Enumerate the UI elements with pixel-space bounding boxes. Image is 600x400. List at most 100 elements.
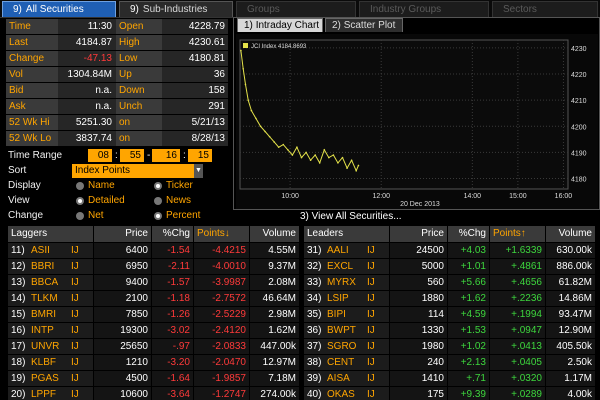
exchange-code: IJ: [367, 325, 375, 336]
exchange-code: IJ: [367, 309, 375, 320]
security-cell[interactable]: 14) TLKM IJ: [8, 291, 94, 306]
column-header[interactable]: %Chg: [152, 226, 194, 242]
security-cell[interactable]: 36) BWPT IJ: [304, 323, 390, 338]
table-row[interactable]: 20) LPPF IJ 10600 -3.64 -1.2747 274.00k: [8, 386, 300, 400]
pct-change-cell: +1.62: [448, 291, 490, 306]
security-cell[interactable]: 13) BBCA IJ: [8, 275, 94, 290]
security-cell[interactable]: 38) CENT IJ: [304, 355, 390, 370]
display-name-radio[interactable]: Name: [76, 178, 115, 193]
pct-change-cell: +1.53: [448, 323, 490, 338]
time-end-minute-field[interactable]: 15: [188, 149, 212, 162]
tab-groups[interactable]: Groups: [236, 1, 356, 17]
sort-select[interactable]: Index Points: [72, 164, 194, 178]
tab-scatter-plot[interactable]: 2) Scatter Plot: [325, 18, 403, 32]
security-cell[interactable]: 33) MYRX IJ: [304, 275, 390, 290]
column-header[interactable]: Points↓: [194, 226, 250, 242]
change-label: Change: [8, 210, 44, 221]
table-row[interactable]: 12) BBRI IJ 6950 -2.11 -4.0010 9.37M: [8, 258, 300, 274]
display-ticker-radio[interactable]: Ticker: [154, 178, 193, 193]
table-row[interactable]: 33) MYRX IJ 560 +5.66 +.4656 61.82M: [304, 274, 600, 290]
table-row[interactable]: 37) SGRO IJ 1980 +1.02 +.0413 405.50k: [304, 338, 600, 354]
volume-cell: 46.64M: [250, 291, 300, 306]
security-cell[interactable]: 34) LSIP IJ: [304, 291, 390, 306]
table-row[interactable]: 40) OKAS IJ 175 +9.39 +.0289 4.00k: [304, 386, 600, 400]
radio-label: News: [166, 195, 192, 206]
tab-label: Industry Groups: [370, 4, 442, 15]
volume-cell: 630.00k: [546, 243, 596, 258]
tab-industry-groups[interactable]: Industry Groups: [359, 1, 489, 17]
data-point: [242, 67, 244, 70]
tab-all-securities[interactable]: 9) All Securities: [2, 1, 116, 17]
table-row[interactable]: 38) CENT IJ 240 +2.13 +.0405 2.50k: [304, 354, 600, 370]
tab-sectors[interactable]: Sectors: [492, 1, 598, 17]
time-start-hour-field[interactable]: 08: [88, 149, 112, 162]
view-label: View: [8, 195, 30, 206]
tab-sub-industries[interactable]: 9) Sub-Industries: [119, 1, 233, 17]
table-row[interactable]: 13) BBCA IJ 9400 -1.57 -3.9987 2.08M: [8, 274, 300, 290]
security-cell[interactable]: 35) BIPI IJ: [304, 307, 390, 322]
security-cell[interactable]: 19) PGAS IJ: [8, 371, 94, 386]
stat-value: n.a.: [58, 83, 116, 99]
table-row[interactable]: 18) KLBF IJ 1210 -3.20 -2.0470 12.97M: [8, 354, 300, 370]
ticker-name: UNVR: [31, 341, 60, 352]
price-cell: 4500: [94, 371, 152, 386]
table-row[interactable]: 16) INTP IJ 19300 -3.02 -2.4120 1.62M: [8, 322, 300, 338]
ticker-name: BBRI: [31, 261, 55, 272]
security-cell[interactable]: 31) AALI IJ: [304, 243, 390, 258]
table-row[interactable]: 35) BIPI IJ 114 +4.59 +.1994 93.47M: [304, 306, 600, 322]
ticker-name: AALI: [327, 245, 349, 256]
table-row[interactable]: 11) ASII IJ 6400 -1.54 -4.4215 4.55M: [8, 242, 300, 258]
column-header[interactable]: Price: [94, 226, 152, 242]
security-cell[interactable]: 39) AISA IJ: [304, 371, 390, 386]
column-header[interactable]: Price: [390, 226, 448, 242]
view-all-securities-link[interactable]: 3) View All Securities...: [300, 211, 402, 222]
security-cell[interactable]: 16) INTP IJ: [8, 323, 94, 338]
security-cell[interactable]: 18) KLBF IJ: [8, 355, 94, 370]
time-start-minute-field[interactable]: 55: [120, 149, 144, 162]
price-cell: 7850: [94, 307, 152, 322]
tab-intraday-chart[interactable]: 1) Intraday Chart: [237, 18, 323, 32]
y-tick-label: 4230: [571, 46, 587, 53]
radio-dot-selected-icon: [154, 181, 162, 190]
data-point: [247, 99, 249, 101]
table-row[interactable]: 15) BMRI IJ 7850 -1.26 -2.5229 2.98M: [8, 306, 300, 322]
change-net-radio[interactable]: Net: [76, 208, 104, 223]
security-cell[interactable]: 17) UNVR IJ: [8, 339, 94, 354]
table-row[interactable]: 19) PGAS IJ 4500 -1.64 -1.9857 7.18M: [8, 370, 300, 386]
table-row[interactable]: 39) AISA IJ 1410 +.71 +.0320 1.17M: [304, 370, 600, 386]
pct-change-cell: -3.64: [152, 387, 194, 400]
tab-label: Sectors: [503, 4, 537, 15]
column-header[interactable]: Volume: [250, 226, 300, 242]
view-detailed-radio[interactable]: Detailed: [76, 193, 125, 208]
exchange-code: IJ: [71, 341, 79, 352]
security-cell[interactable]: 11) ASII IJ: [8, 243, 94, 258]
security-cell[interactable]: 20) LPPF IJ: [8, 387, 94, 400]
security-cell[interactable]: 37) SGRO IJ: [304, 339, 390, 354]
security-cell[interactable]: 32) EXCL IJ: [304, 259, 390, 274]
sort-row: Sort Index Points ▼: [6, 163, 228, 178]
change-percent-radio[interactable]: Percent: [154, 208, 200, 223]
view-news-radio[interactable]: News: [154, 193, 191, 208]
column-header[interactable]: %Chg: [448, 226, 490, 242]
security-cell[interactable]: 15) BMRI IJ: [8, 307, 94, 322]
intraday-chart-area: 4230 4220 4210 4200 4190 4180 10:00 12:00 14:00 1…: [236, 34, 598, 209]
table-row[interactable]: 32) EXCL IJ 5000 +1.01 +.4861 886.00k: [304, 258, 600, 274]
table-row[interactable]: 14) TLKM IJ 2100 -1.18 -2.7572 46.64M: [8, 290, 300, 306]
time-end-hour-field[interactable]: 16: [152, 149, 180, 162]
security-cell[interactable]: 40) OKAS IJ: [304, 387, 390, 400]
table-row[interactable]: 34) LSIP IJ 1880 +1.62 +.2236 14.86M: [304, 290, 600, 306]
chevron-down-icon[interactable]: ▼: [194, 164, 203, 178]
exchange-code: IJ: [71, 261, 79, 272]
column-header[interactable]: Points↑: [490, 226, 546, 242]
data-point: [250, 109, 253, 112]
time-separator: :: [115, 150, 118, 161]
column-header[interactable]: Leaders: [304, 226, 390, 242]
table-row[interactable]: 36) BWPT IJ 1330 +1.53 +.0947 12.90M: [304, 322, 600, 338]
column-header[interactable]: Volume: [546, 226, 596, 242]
table-row[interactable]: 31) AALI IJ 24500 +4.03 +1.6339 630.00k: [304, 242, 600, 258]
row-number: 17): [11, 341, 26, 352]
security-cell[interactable]: 12) BBRI IJ: [8, 259, 94, 274]
table-row[interactable]: 17) UNVR IJ 25650 -.97 -2.0833 447.00k: [8, 338, 300, 354]
row-number: 38): [307, 357, 322, 368]
column-header[interactable]: Laggers: [8, 226, 94, 242]
